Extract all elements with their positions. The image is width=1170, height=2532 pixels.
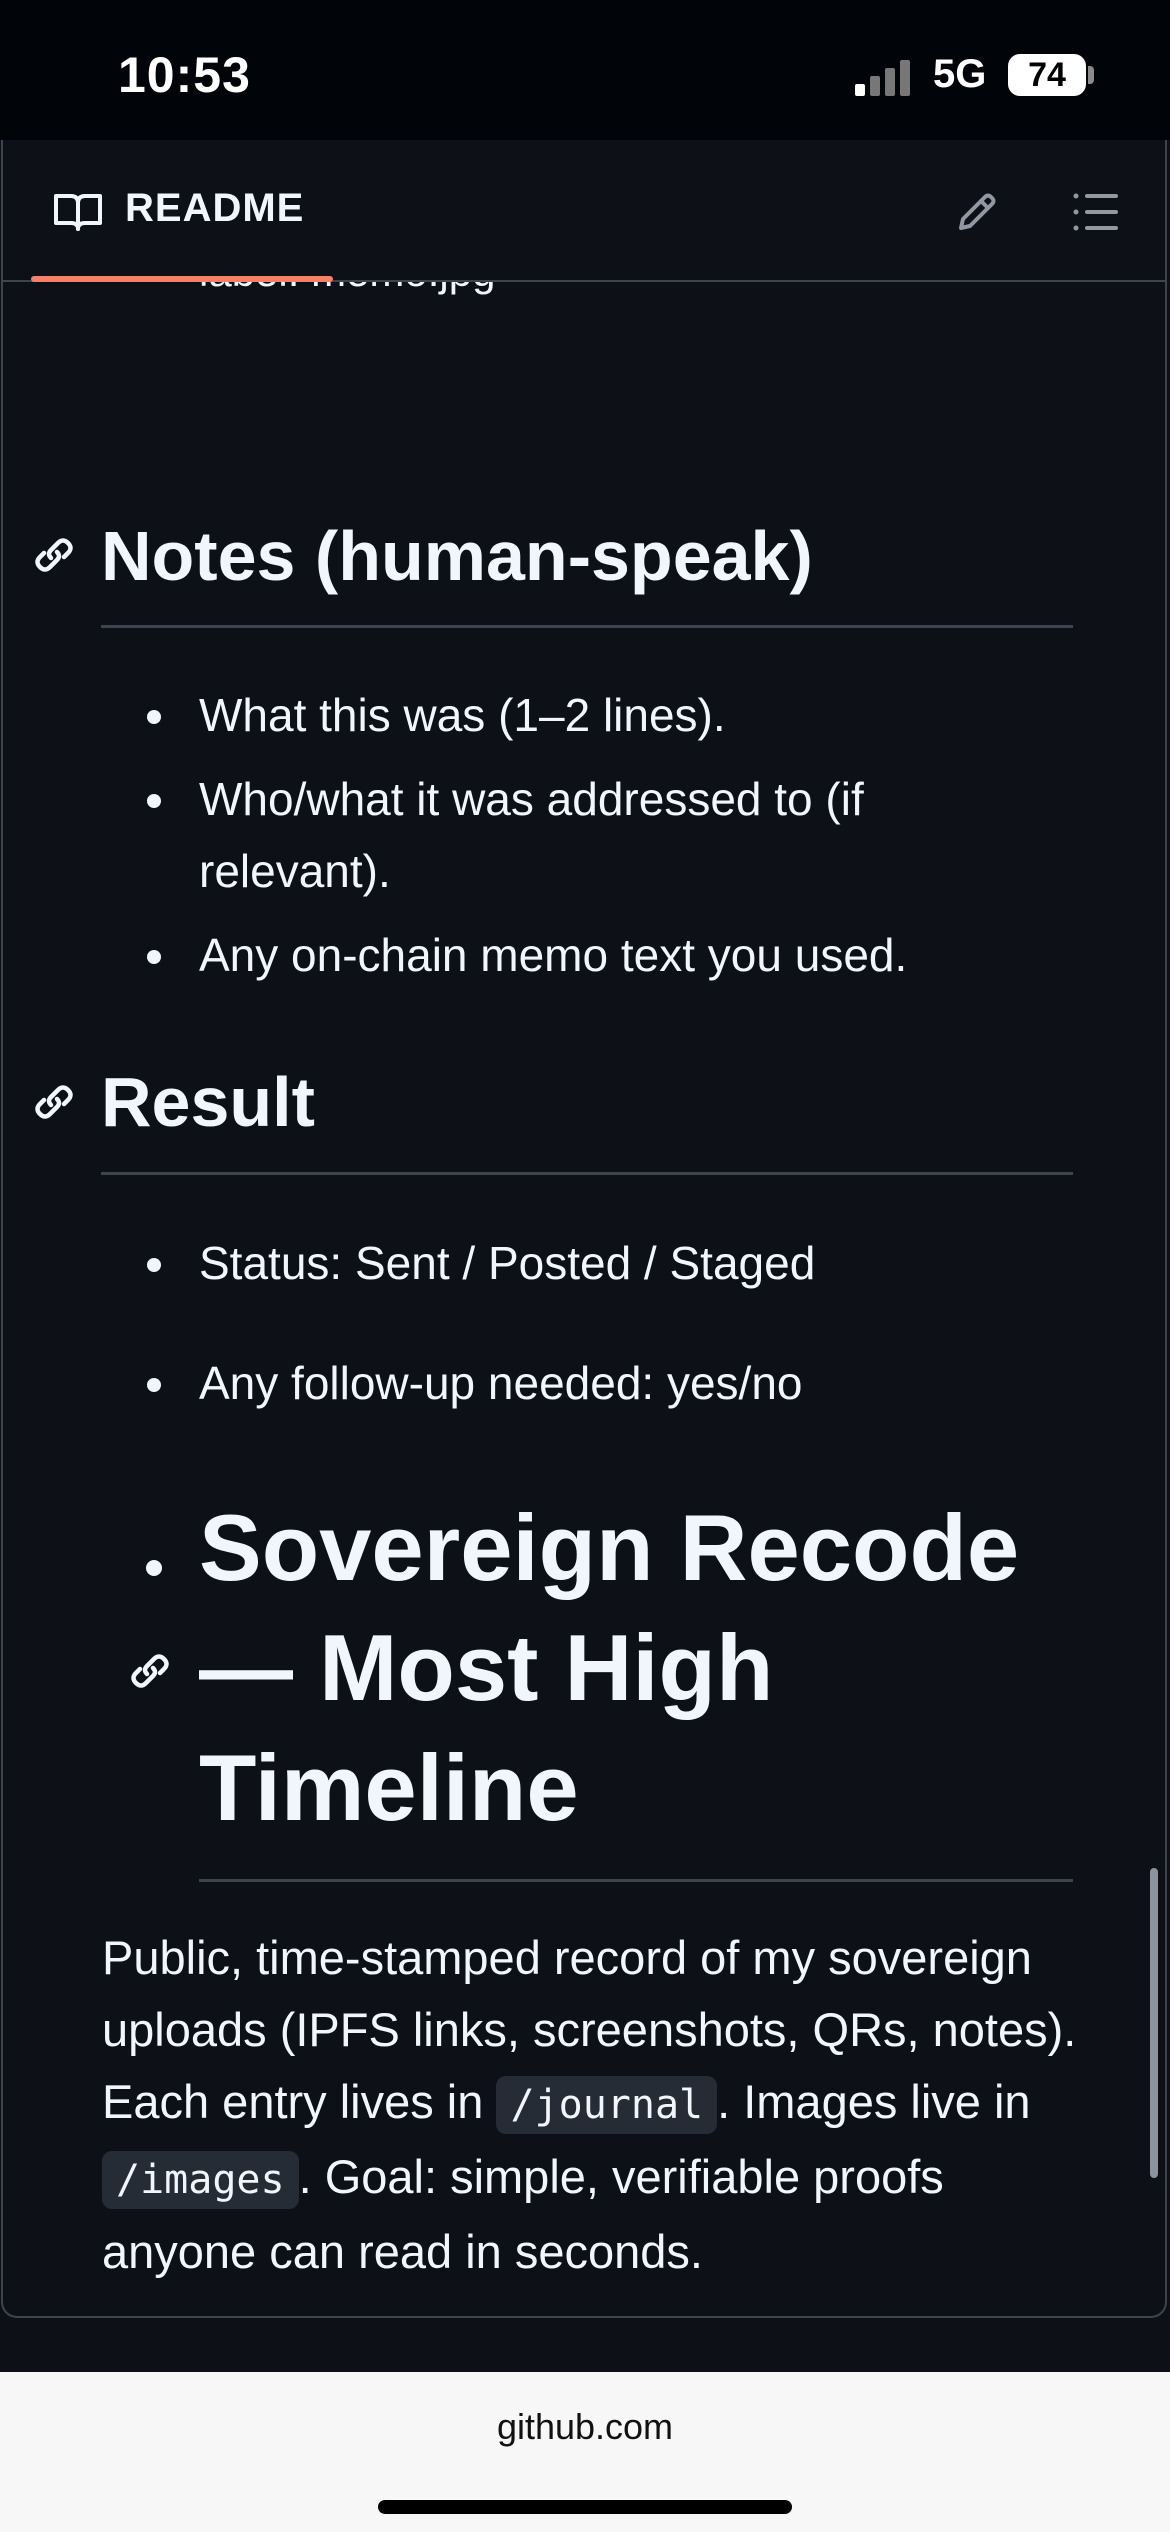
list-item: What this was (1–2 lines). [199,689,726,741]
network-type: 5G [933,52,987,96]
link-icon[interactable] [33,534,75,576]
battery-icon: 74 [1008,54,1086,96]
bullet [147,1258,161,1272]
readme-content: label: memo.jpg Notes (human-speak) What… [3,282,1165,2312]
clock: 10:53 [118,47,251,103]
cellular-signal-icon [855,60,915,96]
heading-divider [199,1879,1073,1882]
list-icon[interactable] [1071,190,1119,234]
readme-panel: README label: memo.jpg Notes (human-spea… [1,140,1167,2318]
link-icon[interactable] [33,1081,75,1123]
code-journal: /journal [496,2076,718,2134]
pencil-icon[interactable] [953,188,1001,236]
url-domain[interactable]: github.com [0,2406,1170,2448]
bullet [147,794,161,808]
link-icon[interactable] [129,1650,171,1692]
list-item: Who/what it was addressed to (if relevan… [199,773,864,897]
list-item: Status: Sent / Posted / Staged [199,1237,816,1289]
battery-level: 74 [1028,55,1066,94]
readme-header: README [3,140,1165,282]
status-bar: 10:53 5G 74 [0,0,1170,140]
intro-text: . Images live in [717,2075,1031,2128]
notes-heading: Notes (human-speak) [101,517,813,595]
result-heading: Result [101,1063,315,1141]
scrollbar[interactable] [1150,1868,1158,2178]
bullet [146,1560,162,1576]
battery-cap [1088,66,1094,84]
title-line: Timeline [199,1735,579,1840]
title-line: — Most High [199,1615,774,1720]
list-item: Any on-chain memo text you used. [199,929,908,981]
book-icon [54,194,102,231]
browser-bar: github.com [0,2372,1170,2532]
home-indicator[interactable] [378,2500,792,2514]
intro-paragraph: Public, time-stamped record of my sovere… [102,1922,1092,2288]
code-images: /images [102,2151,299,2209]
readme-tab[interactable]: README [125,186,304,231]
bullet [147,710,161,724]
bullet [147,950,161,964]
title-line: Sovereign Recode [199,1495,1020,1600]
active-tab-indicator [31,276,333,282]
list-item: Any follow-up needed: yes/no [199,1357,803,1409]
bullet [147,1378,161,1392]
heading-divider [101,1172,1073,1175]
heading-divider [101,625,1073,628]
clipped-text: label: memo.jpg [199,282,495,296]
